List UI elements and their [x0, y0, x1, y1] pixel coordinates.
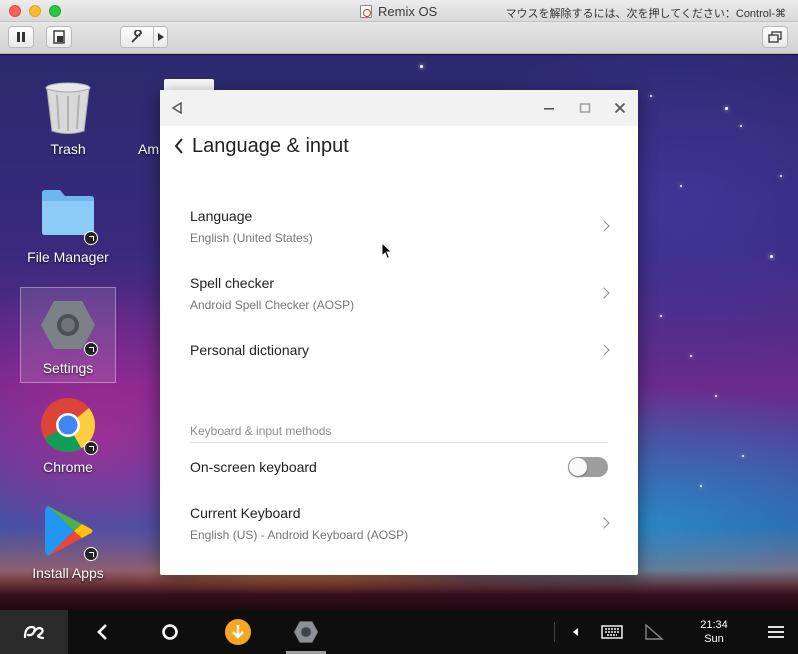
close-window-button[interactable] — [9, 5, 21, 17]
remix-start-button[interactable] — [0, 610, 68, 654]
window-minimize-button[interactable] — [540, 99, 558, 117]
setting-row-language[interactable]: Language English (United States) — [190, 208, 610, 245]
current-keyboard-title: Current Keyboard — [190, 505, 301, 521]
minimize-window-button[interactable] — [29, 5, 41, 17]
tray-expand-button[interactable] — [562, 618, 590, 646]
chevron-left-icon — [174, 138, 183, 154]
taskbar-settings-app[interactable] — [292, 618, 320, 646]
clock-time: 21:34 — [700, 619, 728, 631]
spell-checker-title: Spell checker — [190, 275, 275, 291]
mountain-horizon — [0, 570, 798, 610]
host-toolbar — [0, 22, 798, 54]
shortcut-badge-icon — [84, 231, 98, 245]
minimize-icon — [544, 108, 554, 110]
mouse-release-hint: マウスを解除するには、次を押してください：Control-⌘ — [505, 8, 786, 20]
host-window-title: Remix OS — [360, 4, 437, 19]
trash-label: Trash — [50, 141, 86, 157]
settings-window: Language & input Language English (Unite… — [160, 90, 638, 575]
snapshot-button[interactable] — [46, 26, 72, 48]
signal-tray-button[interactable] — [640, 618, 668, 646]
shortcut-badge-icon — [84, 342, 98, 356]
hex-nut-settings-icon — [40, 298, 98, 356]
clock-day: Sun — [704, 633, 724, 645]
taskbar: 21:34 Sun — [0, 610, 798, 654]
settings-label: Settings — [42, 360, 94, 376]
on-screen-keyboard-toggle[interactable] — [568, 457, 608, 477]
close-icon — [614, 102, 626, 114]
window-copy-icon — [768, 31, 782, 43]
file-manager-label: File Manager — [27, 249, 109, 265]
header-back-button[interactable] — [174, 136, 188, 156]
play-store-icon — [40, 503, 98, 561]
shortcut-badge-icon — [84, 547, 98, 561]
folder-icon — [40, 187, 98, 245]
install-apps-label: Install Apps — [32, 565, 104, 581]
setting-row-spell-checker[interactable]: Spell checker Android Spell Checker (AOS… — [190, 275, 610, 312]
window-back-button[interactable] — [168, 99, 186, 117]
toggle-knob — [569, 458, 587, 476]
mouse-cursor-icon — [381, 242, 393, 260]
desktop-icon-trash[interactable]: Trash — [20, 79, 116, 157]
chrome-icon — [40, 397, 98, 455]
clock[interactable]: 21:34 Sun — [692, 618, 736, 646]
desktop-icon-settings[interactable]: Settings — [20, 287, 116, 383]
setting-row-personal-dictionary[interactable]: Personal dictionary — [190, 342, 610, 358]
window-close-button[interactable] — [611, 99, 629, 117]
download-icon — [225, 619, 251, 645]
chrome-label: Chrome — [43, 459, 93, 475]
snapshot-icon — [53, 30, 65, 44]
pause-button[interactable] — [8, 26, 34, 48]
page-title: Language & input — [192, 134, 349, 157]
home-circle-icon — [162, 624, 178, 640]
desktop-icon-chrome[interactable]: Chrome — [20, 397, 116, 475]
language-value: English (United States) — [190, 231, 313, 245]
nav-back-button[interactable] — [88, 618, 116, 646]
settings-tools-button[interactable] — [120, 26, 168, 48]
remix-app-icon — [360, 5, 372, 18]
desktop-icon-file-manager[interactable]: File Manager — [20, 187, 116, 265]
hamburger-menu-icon — [768, 626, 784, 638]
host-titlebar: Remix OS マウスを解除するには、次を押してください：Control-⌘ — [0, 0, 798, 22]
spell-checker-value: Android Spell Checker (AOSP) — [190, 298, 355, 312]
taskbar-download-app[interactable] — [224, 618, 252, 646]
signal-icon — [645, 623, 664, 640]
pause-icon — [17, 32, 25, 42]
on-screen-keyboard-title: On-screen keyboard — [190, 459, 317, 475]
window-titlebar[interactable] — [160, 90, 638, 126]
host-title-text: Remix OS — [378, 4, 438, 19]
section-divider — [190, 442, 608, 443]
hex-nut-settings-icon — [294, 621, 318, 643]
setting-row-current-keyboard[interactable]: Current Keyboard English (US) - Android … — [190, 505, 610, 542]
settings-header: Language & input — [160, 126, 638, 166]
remix-logo-icon — [23, 625, 45, 640]
back-triangle-icon — [171, 102, 182, 114]
personal-dictionary-title: Personal dictionary — [190, 342, 310, 358]
window-maximize-button[interactable] — [576, 99, 594, 117]
nav-home-button[interactable] — [156, 618, 184, 646]
window-mode-button[interactable] — [762, 26, 788, 48]
keyboard-tray-button[interactable] — [598, 618, 626, 646]
current-keyboard-value: English (US) - Android Keyboard (AOSP) — [190, 528, 409, 542]
language-title: Language — [190, 208, 253, 224]
back-arrow-icon — [97, 624, 107, 640]
notification-menu-button[interactable] — [762, 618, 790, 646]
wrench-icon — [131, 30, 142, 43]
play-dropdown-icon[interactable] — [153, 27, 167, 47]
section-header-keyboard: Keyboard & input methods — [190, 424, 332, 438]
maximize-icon — [579, 103, 591, 113]
shortcut-badge-icon — [84, 441, 98, 455]
caret-left-icon — [573, 628, 578, 636]
desktop-icon-install-apps[interactable]: Install Apps — [20, 503, 116, 581]
zoom-window-button[interactable] — [49, 5, 61, 17]
tray-divider — [554, 622, 555, 642]
setting-row-on-screen-keyboard[interactable]: On-screen keyboard — [190, 459, 608, 475]
keyboard-icon — [601, 625, 623, 639]
trash-icon — [40, 79, 96, 135]
